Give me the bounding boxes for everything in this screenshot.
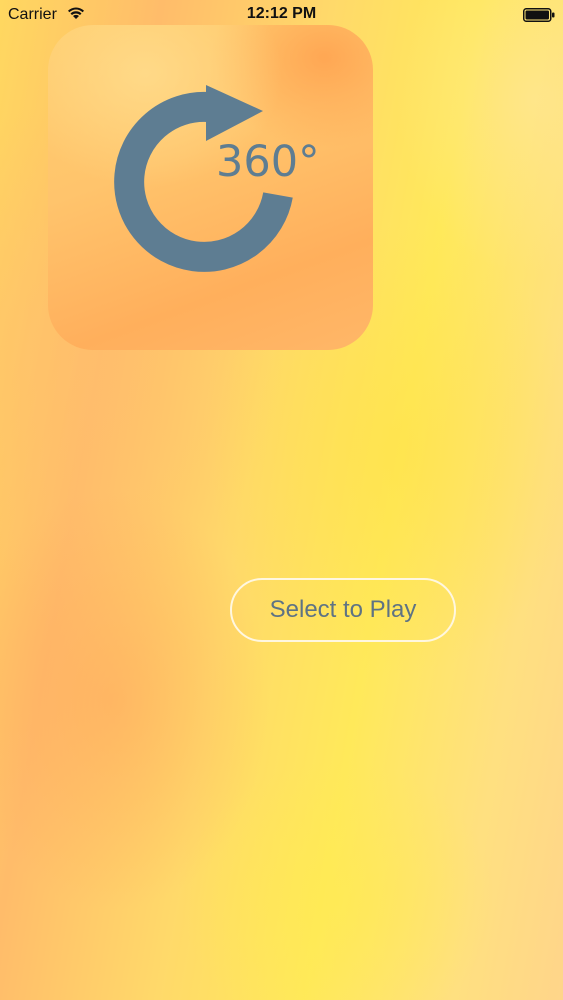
status-time: 12:12 PM [246, 5, 317, 22]
rotate-360-icon [114, 85, 293, 272]
battery-icon [523, 8, 555, 22]
app-icon-360[interactable]: 360° [48, 25, 373, 350]
select-to-play-button[interactable]: Select to Play [230, 578, 456, 642]
rotation-degree-label: 360° [216, 137, 320, 187]
